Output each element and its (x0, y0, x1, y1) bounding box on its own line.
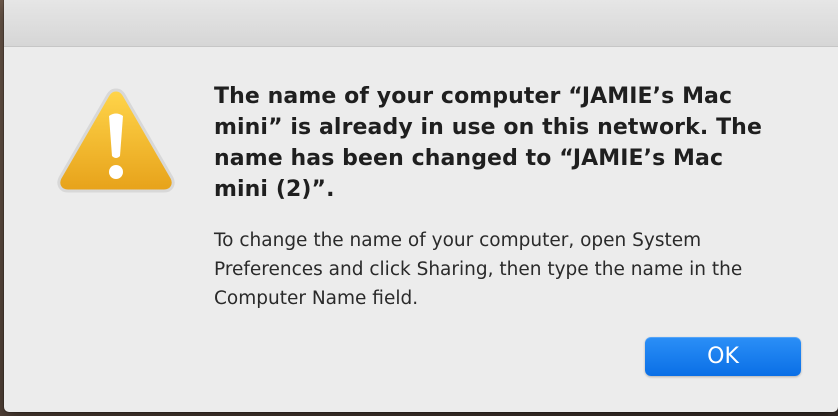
alert-dialog: The name of your computer “JAMIE’s Mac m… (4, 0, 838, 412)
ok-button[interactable]: OK (645, 337, 801, 376)
warning-icon (56, 86, 176, 196)
alert-message: The name of your computer “JAMIE’s Mac m… (214, 84, 762, 202)
dialog-titlebar (4, 0, 838, 47)
alert-informative-text: To change the name of your computer, ope… (214, 230, 743, 309)
background-text-fragment (728, 410, 816, 416)
